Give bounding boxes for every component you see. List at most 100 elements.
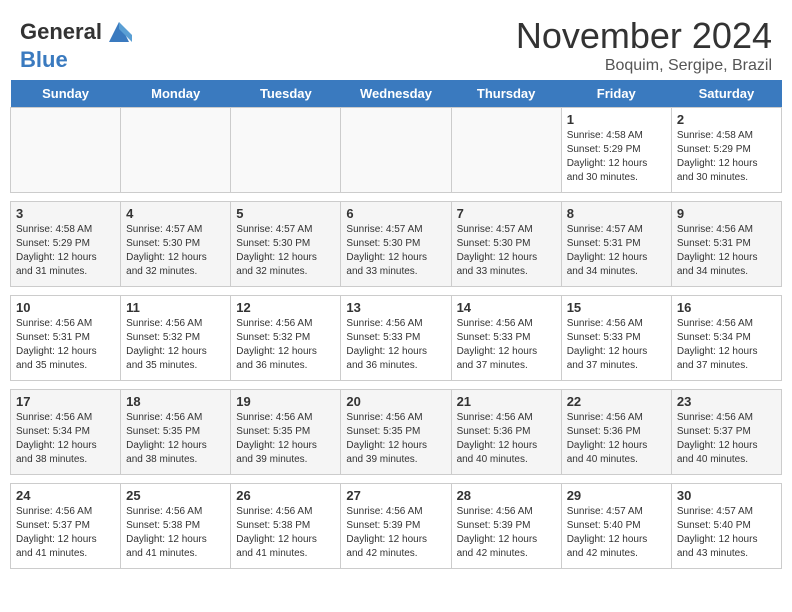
calendar-cell-2-3: 13Sunrise: 4:56 AM Sunset: 5:33 PM Dayli… [341,296,451,381]
day-info-22: Sunrise: 4:56 AM Sunset: 5:36 PM Dayligh… [567,411,666,467]
day-info-26: Sunrise: 4:56 AM Sunset: 5:38 PM Dayligh… [236,505,335,561]
calendar-cell-1-0: 3 Sunrise: 4:58 AM Sunset: 5:29 PM Daylig… [11,202,121,287]
spacer-cell [11,475,782,484]
calendar-cell-3-2: 19Sunrise: 4:56 AM Sunset: 5:35 PM Dayli… [231,390,341,475]
spacer-row-4 [11,569,782,578]
calendar-cell-1-1: 4Sunrise: 4:57 AM Sunset: 5:30 PM Daylig… [121,202,231,287]
spacer-cell [11,381,782,390]
day-info-12: Sunrise: 4:56 AM Sunset: 5:32 PM Dayligh… [236,317,335,373]
day-number-22: 22 [567,394,666,409]
day-number-4: 4 [126,206,225,221]
calendar-body: 1 Sunrise: 4:58 AM Sunset: 5:29 PM Daylig… [11,108,782,578]
weekday-header-thursday: Thursday [451,80,561,108]
calendar-cell-2-1: 11 Sunrise: 4:56 AM Sunset: 5:32 PM Dayli… [121,296,231,381]
day-number-15: 15 [567,300,666,315]
day-number-29: 29 [567,488,666,503]
calendar-cell-4-5: 29 Sunrise: 4:57 AM Sunset: 5:40 PM Dayli… [561,484,671,569]
day-number-13: 13 [346,300,445,315]
day-number-1: 1 [567,112,666,127]
day-number-23: 23 [677,394,776,409]
spacer-cell [11,569,782,578]
day-info-15: Sunrise: 4:56 AM Sunset: 5:33 PM Dayligh… [567,317,666,373]
day-info-14: Sunrise: 4:56 AM Sunset: 5:33 PM Dayligh… [457,317,556,373]
calendar-cell-3-5: 22 Sunrise: 4:56 AM Sunset: 5:36 PM Dayli… [561,390,671,475]
day-info-18: Sunrise: 4:56 AM Sunset: 5:35 PM Dayligh… [126,411,225,467]
calendar-cell-0-2 [231,108,341,193]
day-number-16: 16 [677,300,776,315]
day-info-1: Sunrise: 4:58 AM Sunset: 5:29 PM Dayligh… [567,129,666,185]
day-number-5: 5 [236,206,335,221]
day-info-23: Sunrise: 4:56 AM Sunset: 5:37 PM Dayligh… [677,411,776,467]
calendar-cell-3-6: 23 Sunrise: 4:56 AM Sunset: 5:37 PM Dayli… [671,390,781,475]
logo-icon [104,17,134,47]
day-info-11: Sunrise: 4:56 AM Sunset: 5:32 PM Dayligh… [126,317,225,373]
day-number-6: 6 [346,206,445,221]
weekday-header-tuesday: Tuesday [231,80,341,108]
day-info-20: Sunrise: 4:56 AM Sunset: 5:35 PM Dayligh… [346,411,445,467]
calendar-cell-2-5: 15 Sunrise: 4:56 AM Sunset: 5:33 PM Dayli… [561,296,671,381]
calendar-cell-1-3: 6 Sunrise: 4:57 AM Sunset: 5:30 PM Daylig… [341,202,451,287]
month-year: November 2024 [516,15,772,57]
day-info-30: Sunrise: 4:57 AM Sunset: 5:40 PM Dayligh… [677,505,776,561]
spacer-row-2 [11,381,782,390]
week-row-3: 10Sunrise: 4:56 AM Sunset: 5:31 PM Dayli… [11,296,782,381]
calendar-cell-1-5: 8Sunrise: 4:57 AM Sunset: 5:31 PM Daylig… [561,202,671,287]
day-number-20: 20 [346,394,445,409]
calendar-cell-4-0: 24 Sunrise: 4:56 AM Sunset: 5:37 PM Dayli… [11,484,121,569]
day-info-28: Sunrise: 4:56 AM Sunset: 5:39 PM Dayligh… [457,505,556,561]
weekday-header-saturday: Saturday [671,80,781,108]
week-row-5: 24 Sunrise: 4:56 AM Sunset: 5:37 PM Dayli… [11,484,782,569]
week-row-2: 3 Sunrise: 4:58 AM Sunset: 5:29 PM Daylig… [11,202,782,287]
day-info-2: Sunrise: 4:58 AM Sunset: 5:29 PM Dayligh… [677,129,776,185]
calendar-cell-3-3: 20 Sunrise: 4:56 AM Sunset: 5:35 PM Dayli… [341,390,451,475]
day-info-5: Sunrise: 4:57 AM Sunset: 5:30 PM Dayligh… [236,223,335,279]
spacer-row-0 [11,193,782,202]
day-number-2: 2 [677,112,776,127]
day-number-10: 10 [16,300,115,315]
calendar-header-row: SundayMondayTuesdayWednesdayThursdayFrid… [11,80,782,108]
day-number-24: 24 [16,488,115,503]
day-number-9: 9 [677,206,776,221]
day-number-11: 11 [126,300,225,315]
calendar-cell-2-2: 12 Sunrise: 4:56 AM Sunset: 5:32 PM Dayli… [231,296,341,381]
calendar-cell-0-0 [11,108,121,193]
calendar-cell-1-4: 7Sunrise: 4:57 AM Sunset: 5:30 PM Daylig… [451,202,561,287]
day-number-25: 25 [126,488,225,503]
day-number-12: 12 [236,300,335,315]
day-number-28: 28 [457,488,556,503]
day-info-8: Sunrise: 4:57 AM Sunset: 5:31 PM Dayligh… [567,223,666,279]
day-number-19: 19 [236,394,335,409]
day-number-3: 3 [16,206,115,221]
calendar-cell-3-1: 18Sunrise: 4:56 AM Sunset: 5:35 PM Dayli… [121,390,231,475]
calendar-cell-3-0: 17Sunrise: 4:56 AM Sunset: 5:34 PM Dayli… [11,390,121,475]
day-info-3: Sunrise: 4:58 AM Sunset: 5:29 PM Dayligh… [16,223,115,279]
logo-blue: Blue [20,47,68,72]
calendar-cell-0-3 [341,108,451,193]
week-row-4: 17Sunrise: 4:56 AM Sunset: 5:34 PM Dayli… [11,390,782,475]
day-info-24: Sunrise: 4:56 AM Sunset: 5:37 PM Dayligh… [16,505,115,561]
calendar-cell-0-6: 2 Sunrise: 4:58 AM Sunset: 5:29 PM Daylig… [671,108,781,193]
weekday-header-monday: Monday [121,80,231,108]
calendar-table: SundayMondayTuesdayWednesdayThursdayFrid… [10,80,782,577]
day-number-26: 26 [236,488,335,503]
weekday-header-friday: Friday [561,80,671,108]
week-row-1: 1 Sunrise: 4:58 AM Sunset: 5:29 PM Daylig… [11,108,782,193]
day-number-14: 14 [457,300,556,315]
page-header: General Blue November 2024 Boquim, Sergi… [0,0,792,80]
calendar-cell-4-4: 28 Sunrise: 4:56 AM Sunset: 5:39 PM Dayli… [451,484,561,569]
logo: General Blue [20,17,134,73]
calendar-cell-0-5: 1 Sunrise: 4:58 AM Sunset: 5:29 PM Daylig… [561,108,671,193]
spacer-row-3 [11,475,782,484]
day-info-25: Sunrise: 4:56 AM Sunset: 5:38 PM Dayligh… [126,505,225,561]
day-info-21: Sunrise: 4:56 AM Sunset: 5:36 PM Dayligh… [457,411,556,467]
calendar-cell-1-6: 9Sunrise: 4:56 AM Sunset: 5:31 PM Daylig… [671,202,781,287]
day-info-29: Sunrise: 4:57 AM Sunset: 5:40 PM Dayligh… [567,505,666,561]
calendar-cell-2-0: 10Sunrise: 4:56 AM Sunset: 5:31 PM Dayli… [11,296,121,381]
spacer-cell [11,193,782,202]
logo-general: General [20,19,102,45]
calendar-cell-3-4: 21Sunrise: 4:56 AM Sunset: 5:36 PM Dayli… [451,390,561,475]
day-info-6: Sunrise: 4:57 AM Sunset: 5:30 PM Dayligh… [346,223,445,279]
calendar-cell-4-6: 30Sunrise: 4:57 AM Sunset: 5:40 PM Dayli… [671,484,781,569]
day-number-27: 27 [346,488,445,503]
calendar-cell-2-4: 14 Sunrise: 4:56 AM Sunset: 5:33 PM Dayli… [451,296,561,381]
